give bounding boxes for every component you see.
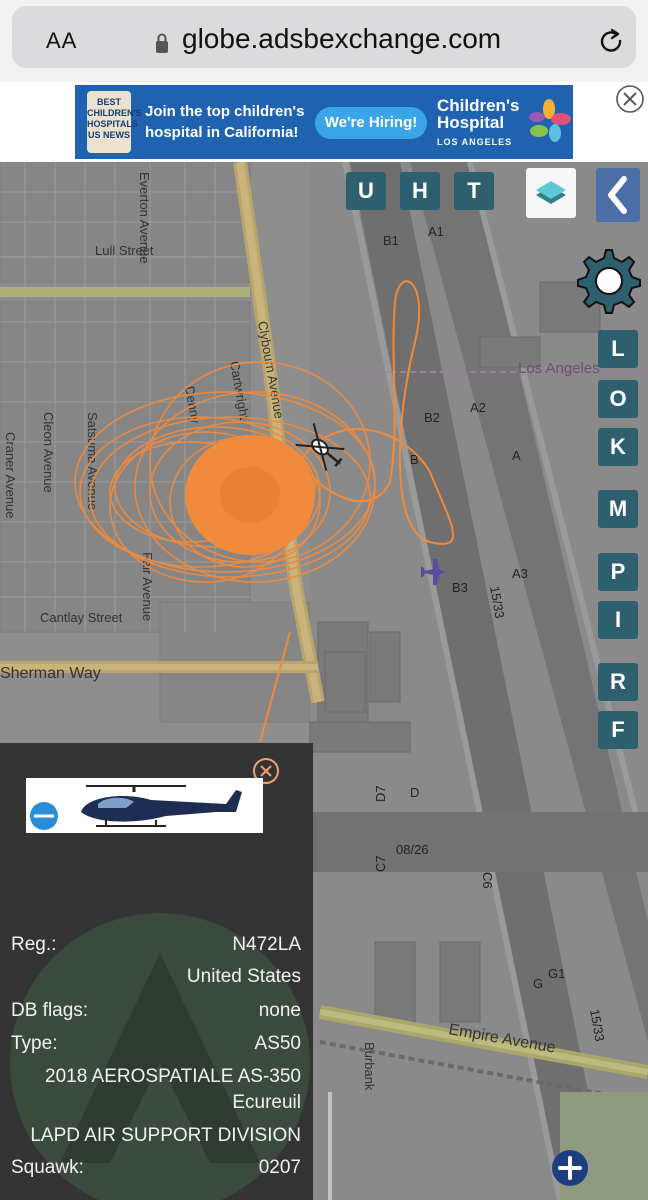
ad-logo-line3: LOS ANGELES	[437, 137, 513, 147]
map-button-u[interactable]: U	[346, 172, 386, 210]
ad-headline: Join the top children's hospital in Cali…	[145, 103, 305, 141]
collapse-sidebar-button[interactable]	[596, 168, 640, 222]
flower-logo-icon	[529, 99, 571, 142]
squawk-value: 0207	[258, 1157, 301, 1178]
street-label-cleon: Cleon Avenue	[41, 412, 56, 493]
runway-label: A1	[428, 224, 444, 239]
street-label-sherman: Sherman Way	[0, 665, 101, 682]
ad-hiring-button[interactable]: We're Hiring!	[315, 107, 427, 139]
model-line2: Ecureuil	[232, 1092, 301, 1113]
runway-label: G1	[548, 966, 565, 981]
url-text[interactable]: globe.adsbexchange.com	[182, 23, 501, 55]
squawk-label: Squawk:	[11, 1157, 84, 1178]
runway-label: C6	[480, 872, 495, 889]
country-value: United States	[186, 966, 301, 987]
runway-label: 08/26	[396, 842, 429, 857]
map-button-h[interactable]: H	[400, 172, 440, 210]
layers-icon	[536, 181, 566, 204]
runway-label: D7	[373, 785, 388, 802]
ad-banner[interactable]: BEST CHILDREN'S HOSPITALS US NEWS Join t…	[75, 85, 573, 159]
map-button-o[interactable]: O	[598, 380, 638, 418]
chevron-left-icon	[608, 176, 627, 214]
runway-label: G	[533, 976, 543, 991]
reload-icon[interactable]	[597, 28, 627, 58]
map-button-i[interactable]: I	[598, 601, 638, 639]
runway-label: C7	[373, 855, 388, 872]
zoom-in-icon[interactable]	[550, 1148, 590, 1188]
type-value: AS50	[254, 1033, 301, 1054]
layers-button[interactable]	[526, 168, 576, 218]
map-button-f[interactable]: F	[598, 711, 638, 749]
aircraft-photo[interactable]	[26, 778, 263, 833]
area-label: Los Angeles	[518, 360, 600, 377]
lock-icon	[156, 33, 168, 53]
browser-toolbar: AA globe.adsbexchange.com	[0, 0, 648, 82]
settings-gear-icon[interactable]	[570, 244, 642, 316]
type-label: Type:	[11, 1033, 58, 1054]
runway-label: A2	[470, 400, 486, 415]
dbflags-label: DB flags:	[11, 1000, 89, 1021]
helicopter-photo-icon	[30, 785, 242, 830]
street-label-satsuma: Satsuma Avenue	[85, 412, 100, 510]
runway-label: B1	[383, 233, 399, 248]
map-button-l[interactable]: L	[598, 330, 638, 368]
runway-label: A3	[512, 566, 528, 581]
address-bar[interactable]: AA globe.adsbexchange.com	[12, 6, 636, 68]
street-label-burbank: Burbank	[362, 1042, 377, 1091]
map-button-p[interactable]: P	[598, 553, 638, 591]
text-size-button[interactable]: AA	[46, 28, 77, 54]
reg-label: Reg.:	[11, 934, 57, 955]
ad-close-icon[interactable]	[615, 84, 645, 114]
map-button-r[interactable]: R	[598, 663, 638, 701]
model-line1: 2018 AEROSPATIALE AS-350	[45, 1066, 301, 1087]
ad-logo-line2: Hospital	[437, 113, 505, 132]
runway-label: B2	[424, 410, 440, 425]
runway-label: D	[410, 785, 419, 800]
aircraft-info-panel: Reg.: N472LA United States DB flags: non…	[0, 743, 313, 1200]
dbflags-value: none	[258, 1000, 301, 1021]
map-button-m[interactable]: M	[598, 490, 638, 528]
map-button-t[interactable]: T	[454, 172, 494, 210]
ad-logo: Children's Hospital LOS ANGELES	[437, 97, 527, 151]
ad-badge: BEST CHILDREN'S HOSPITALS US NEWS	[87, 91, 142, 153]
street-label-craner: Craner Avenue	[3, 432, 18, 519]
street-label-cantlay: Cantlay Street	[40, 610, 123, 625]
street-label-everton: Everton Avenue	[137, 172, 152, 264]
operator-value: LAPD AIR SUPPORT DIVISION	[30, 1125, 301, 1146]
runway-label: A	[512, 448, 521, 463]
map-button-k[interactable]: K	[598, 428, 638, 466]
reg-value: N472LA	[232, 934, 301, 955]
runway-label: B3	[452, 580, 468, 595]
